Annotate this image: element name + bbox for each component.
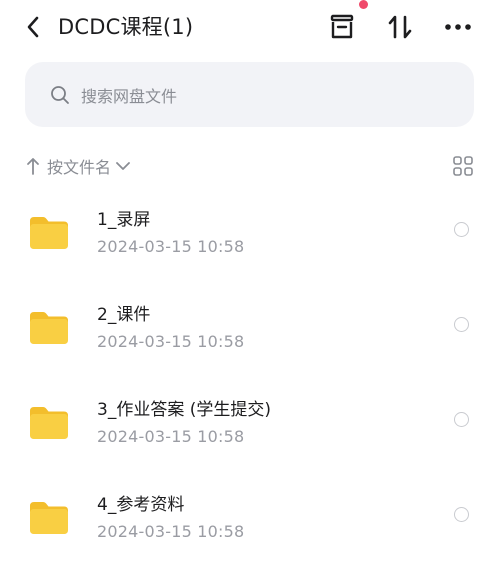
file-name: 2_课件 [97, 305, 151, 325]
more-icon [445, 24, 471, 30]
sort-bar: 按文件名 [25, 152, 475, 180]
sort-label: 按文件名 [47, 158, 112, 177]
top-bar: DCDC课程(1) [0, 0, 500, 56]
archive-icon [330, 14, 354, 39]
file-date: 2024-03-15 10:58 [97, 427, 245, 446]
select-checkbox[interactable] [454, 412, 469, 427]
file-name: 4_参考资料 [97, 495, 185, 515]
list-item[interactable]: 1_录屏 2024-03-15 10:58 [0, 200, 500, 294]
file-name: 3_作业答案 (学生提交) [97, 400, 271, 420]
folder-icon [30, 312, 68, 344]
folder-icon [30, 217, 68, 249]
back-button[interactable] [18, 12, 48, 42]
page-title: DCDC课程(1) [58, 15, 194, 39]
search-icon [49, 84, 71, 106]
select-checkbox[interactable] [454, 317, 469, 332]
arrow-up-icon [25, 156, 41, 176]
select-checkbox[interactable] [454, 222, 469, 237]
sort-arrows-icon [388, 15, 412, 39]
folder-icon [30, 502, 68, 534]
file-date: 2024-03-15 10:58 [97, 237, 245, 256]
list-item[interactable]: 2_课件 2024-03-15 10:58 [0, 295, 500, 389]
more-button[interactable] [442, 11, 474, 43]
grid-view-button[interactable] [451, 154, 475, 178]
search-bar[interactable]: 搜索网盘文件 [25, 62, 474, 127]
list-item[interactable]: 4_参考资料 2024-03-15 10:58 [0, 485, 500, 579]
back-icon [27, 16, 39, 38]
search-placeholder: 搜索网盘文件 [81, 86, 178, 106]
grid-view-icon [453, 156, 473, 176]
file-date: 2024-03-15 10:58 [97, 332, 245, 351]
chevron-down-icon [115, 158, 131, 174]
sort-toggle[interactable]: 按文件名 [25, 152, 131, 180]
sort-order-button[interactable] [384, 11, 416, 43]
list-item[interactable]: 3_作业答案 (学生提交) 2024-03-15 10:58 [0, 390, 500, 484]
archive-button[interactable] [326, 11, 358, 43]
notification-dot [359, 0, 368, 9]
file-name: 1_录屏 [97, 210, 151, 230]
file-date: 2024-03-15 10:58 [97, 522, 245, 541]
folder-icon [30, 407, 68, 439]
select-checkbox[interactable] [454, 507, 469, 522]
